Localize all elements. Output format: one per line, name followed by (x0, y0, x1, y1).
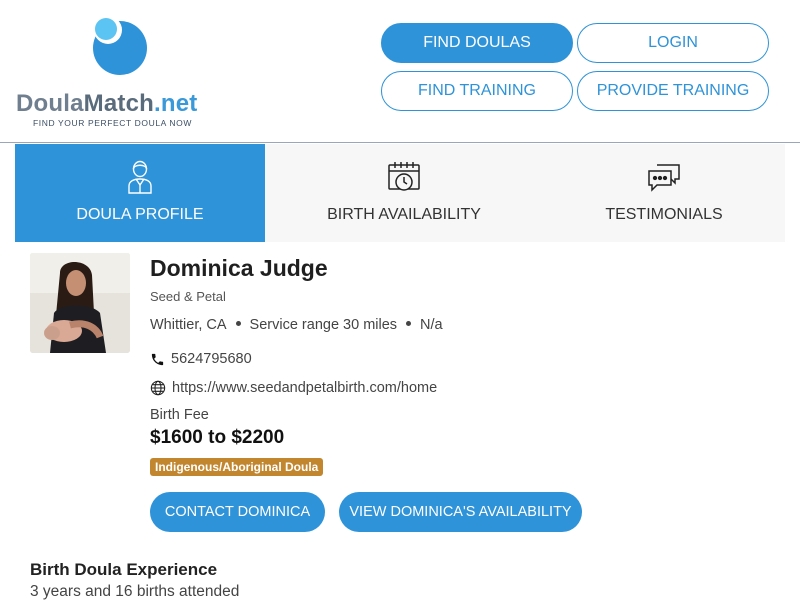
tab-birth-availability[interactable]: BIRTH AVAILABILITY (265, 144, 543, 242)
site-header: DoulaMatch.net FIND YOUR PERFECT DOULA N… (0, 0, 800, 143)
doula-photo (30, 253, 130, 353)
website-row[interactable]: https://www.seedandpetalbirth.com/home (150, 380, 437, 396)
profile-tabs: DOULA PROFILE BIRTH AVAILABILITY TESTIMO… (15, 144, 785, 242)
find-doulas-button[interactable]: FIND DOULAS (381, 23, 573, 63)
tab-label: BIRTH AVAILABILITY (327, 206, 481, 223)
fee-value: $1600 to $2200 (150, 427, 285, 448)
chat-bubbles-icon (647, 160, 681, 194)
find-training-button[interactable]: FIND TRAINING (381, 71, 573, 111)
location-line: Whittier, CA Service range 30 miles N/a (150, 317, 443, 333)
contact-doula-button[interactable]: CONTACT DOMINICA (150, 492, 325, 532)
tab-testimonials[interactable]: TESTIMONIALS (543, 144, 785, 242)
tab-label: TESTIMONIALS (605, 206, 723, 223)
fee-label: Birth Fee (150, 407, 209, 423)
doula-name: Dominica Judge (150, 255, 328, 281)
phone-icon (151, 353, 164, 365)
logo-word-doula: Doula (16, 90, 84, 117)
phone-row[interactable]: 5624795680 (150, 351, 252, 367)
phone-number[interactable]: 5624795680 (171, 351, 252, 367)
calendar-clock-icon (387, 160, 421, 194)
logo-mark-icon (93, 16, 147, 75)
separator-dot (235, 320, 241, 326)
extra-info: N/a (420, 317, 443, 333)
doula-location: Whittier, CA (150, 317, 227, 333)
site-logo[interactable]: DoulaMatch.net FIND YOUR PERFECT DOULA N… (16, 12, 226, 132)
provide-training-button[interactable]: PROVIDE TRAINING (577, 71, 769, 111)
website-link[interactable]: https://www.seedandpetalbirth.com/home (172, 380, 437, 396)
globe-icon (150, 380, 166, 396)
experience-text: 3 years and 16 births attended (30, 583, 240, 600)
logo-word-net: .net (154, 90, 198, 117)
login-button[interactable]: LOGIN (577, 23, 769, 63)
logo-wordmark: DoulaMatch.net (16, 90, 197, 118)
separator-dot (406, 320, 412, 326)
doula-person-icon (127, 160, 153, 194)
tab-label: DOULA PROFILE (76, 206, 204, 223)
logo-word-match: Match (83, 90, 155, 117)
tab-doula-profile[interactable]: DOULA PROFILE (15, 144, 265, 242)
doula-agency: Seed & Petal (150, 289, 226, 304)
logo-tagline: FIND YOUR PERFECT DOULA NOW (33, 118, 192, 128)
service-range: Service range 30 miles (249, 317, 398, 333)
view-availability-button[interactable]: VIEW DOMINICA'S AVAILABILITY (339, 492, 582, 532)
experience-title: Birth Doula Experience (30, 560, 218, 579)
doula-type-badge: Indigenous/Aboriginal Doula (150, 458, 324, 476)
